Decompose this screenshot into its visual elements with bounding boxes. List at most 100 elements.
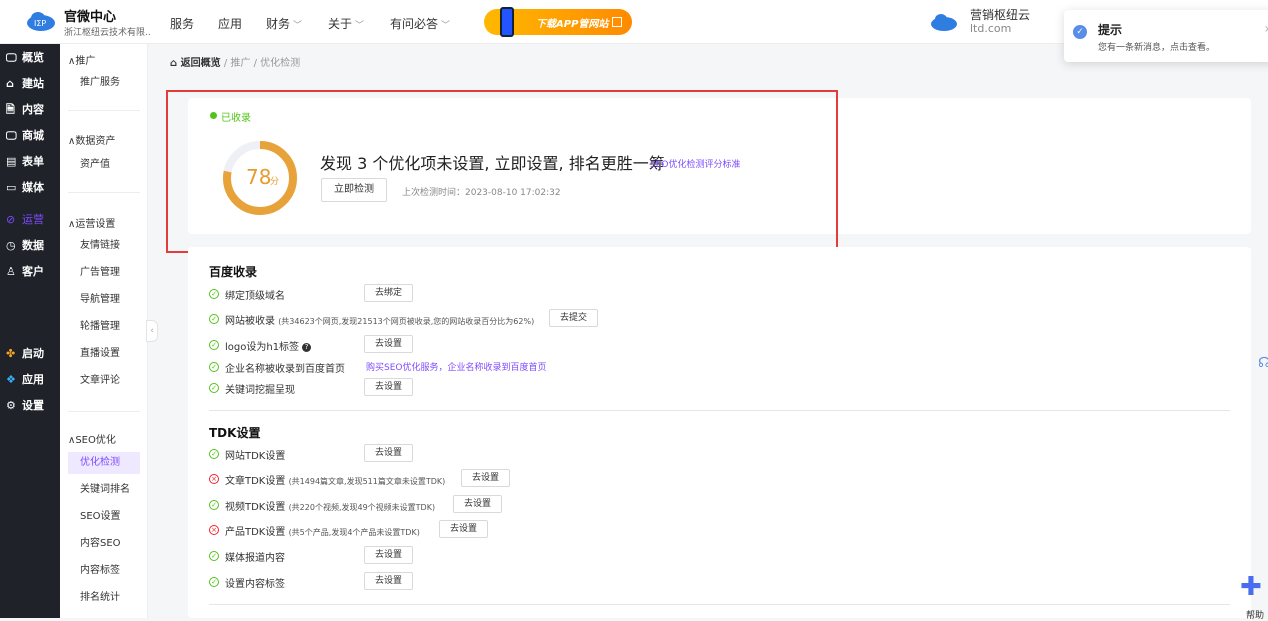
divider [68,192,140,193]
shop-icon: 🖵 [6,129,17,142]
bind-domain-button[interactable]: 去绑定 [364,284,414,302]
sidebar-item-operation[interactable]: ⊘ 运营 [0,208,60,232]
subnav-item-promo-service[interactable]: 推广服务 [68,72,140,94]
subnav-item-asset-value[interactable]: 资产值 [68,154,140,176]
sidebar-item-content[interactable]: 🗎 内容 [0,98,60,122]
group-title-promotion[interactable]: ∧推广 [68,52,95,67]
subnav-item-comments[interactable]: 文章评论 [68,370,140,392]
breadcrumb-level1[interactable]: 推广 [230,58,250,69]
row-label: 设置内容标签 [225,579,285,590]
notification-toast[interactable]: ✓ 提示 您有一条新消息，点击查看。 × [1064,10,1268,62]
subnav-item-live[interactable]: 直播设置 [68,343,140,365]
nav-services[interactable]: 服务 [170,15,194,32]
close-icon[interactable]: × [1264,24,1268,35]
sidebar-item-shop[interactable]: 🖵 商城 [0,124,60,148]
row-label: 视频TDK设置 (共220个视频,发现49个视频未设置TDK) [225,502,436,513]
download-app-label: 下载APP管网站 [536,19,609,30]
overview-icon: 🖵 [6,51,17,64]
cloud-logo-icon[interactable]: ΙΣΡ [26,10,56,32]
phone-icon [500,7,514,37]
sidebar-item-media[interactable]: ▭ 媒体 [0,176,60,200]
subnav-item-content-seo[interactable]: 内容SEO [68,533,140,555]
row-label: 企业名称被收录到百度首页 [225,364,345,375]
error-circle-icon: × [209,474,219,484]
sidebar-item-site[interactable]: ⌂ 建站 [0,72,60,96]
breadcrumb-back[interactable]: ⌂ 返回概览 [170,58,221,69]
media-report-button[interactable]: 去设置 [364,546,414,564]
check-circle-icon: ✓ [1073,25,1087,39]
group-title-operation-settings[interactable]: ∧运营设置 [68,215,115,230]
sidebar-item-launch[interactable]: ✤ 启动 [0,342,60,366]
buy-seo-link[interactable]: 购买SEO优化服务，企业名称收录到百度首页 [366,360,547,373]
sidebar-item-overview[interactable]: 🖵 概览 [0,46,60,70]
group-title-data-assets[interactable]: ∧数据资产 [68,132,115,147]
error-circle-icon: × [209,525,219,535]
row-label: 网站TDK设置 [225,451,286,462]
svg-text:ΙΣΡ: ΙΣΡ [34,19,46,28]
product-tdk-button[interactable]: 去设置 [439,520,489,538]
nav-apps[interactable]: 应用 [218,15,242,32]
video-tdk-button[interactable]: 去设置 [453,495,503,513]
set-logo-h1-button[interactable]: 去设置 [364,335,414,353]
headset-icon[interactable]: ☊ [1258,355,1268,377]
section-title-tdk: TDK设置 [209,426,261,440]
launch-icon: ✤ [6,347,16,360]
customer-icon: ♙ [6,265,16,278]
subnav-item-navigation[interactable]: 导航管理 [68,289,140,311]
article-tdk-button[interactable]: 去设置 [461,469,511,487]
collapse-sidebar-button[interactable]: ‹ [146,320,158,342]
help-label[interactable]: 帮助 [1246,608,1264,621]
notification-message[interactable]: 您有一条新消息，点击查看。 [1098,40,1215,53]
row-label: 绑定顶级域名 [225,291,285,302]
sidebar-item-settings[interactable]: ⚙ 设置 [0,394,60,418]
chevron-down-icon: ﹀ [441,21,451,31]
qr-code-icon [612,17,622,27]
home-icon: ⌂ [170,58,181,69]
subnav-item-rank-stats[interactable]: 排名统计 [68,587,140,609]
data-icon: ◷ [6,239,16,252]
sidebar-item-data[interactable]: ◷ 数据 [0,234,60,258]
section-divider [209,604,1230,605]
check-circle-icon: ✓ [209,551,219,561]
subnav-item-seo-settings[interactable]: SEO设置 [68,506,140,528]
help-icon[interactable]: ? [302,342,312,352]
sidebar-item-apps[interactable]: ❖ 应用 [0,368,60,392]
subnav-item-seo-check[interactable]: 优化检测 [68,452,140,474]
content-tags-button[interactable]: 去设置 [364,572,414,590]
nav-about[interactable]: 关于 ﹀ [328,15,364,32]
media-icon: ▭ [6,181,17,194]
breadcrumb-level2: 优化检测 [260,58,301,69]
help-float-icon[interactable]: ✚ [1240,572,1268,602]
subnav-item-content-tags[interactable]: 内容标签 [68,560,140,582]
user-cloud-avatar[interactable] [930,12,958,32]
chevron-down-icon: ﹀ [355,21,365,31]
site-icon: ⌂ [6,77,14,90]
divider [68,110,140,111]
form-icon: ▤ [6,155,17,168]
secondary-sidebar: ∧推广 推广服务 ∧数据资产 资产值 ∧运营设置 友情链接 广告管理 导航管理 … [60,44,148,618]
notification-title: 提示 [1098,23,1123,37]
row-label: 媒体报道内容 [225,553,285,564]
check-circle-icon: ✓ [209,340,219,350]
download-app-banner[interactable]: 下载APP管网站 [484,7,632,37]
subnav-item-friend-links[interactable]: 友情链接 [68,235,140,257]
sidebar-item-form[interactable]: ▤ 表单 [0,150,60,174]
subnav-item-carousel[interactable]: 轮播管理 [68,316,140,338]
row-label: 产品TDK设置 (共5个产品,发现4个产品未设置TDK) [225,527,420,538]
check-circle-icon: ✓ [209,314,219,324]
nav-finance[interactable]: 财务 ﹀ [266,15,302,32]
keyword-setup-button[interactable]: 去设置 [364,378,414,396]
brand-title: 官微中心 [64,10,117,25]
subnav-item-keyword-rank[interactable]: 关键词排名 [68,479,140,501]
nav-qa[interactable]: 有问必答 ﹀ [390,15,450,32]
breadcrumb: ⌂ 返回概览 / 推广 / 优化检测 [170,58,301,69]
sidebar-item-customer[interactable]: ♙ 客户 [0,260,60,284]
chevron-down-icon: ﹀ [293,21,303,31]
subnav-item-ads[interactable]: 广告管理 [68,262,140,284]
group-title-seo[interactable]: ∧SEO优化 [68,431,116,446]
settings-icon: ⚙ [6,399,16,412]
user-name[interactable]: 营销枢纽云 [970,6,1030,23]
submit-button[interactable]: 去提交 [549,309,599,327]
check-circle-icon: ✓ [209,500,219,510]
site-tdk-button[interactable]: 去设置 [364,444,414,462]
